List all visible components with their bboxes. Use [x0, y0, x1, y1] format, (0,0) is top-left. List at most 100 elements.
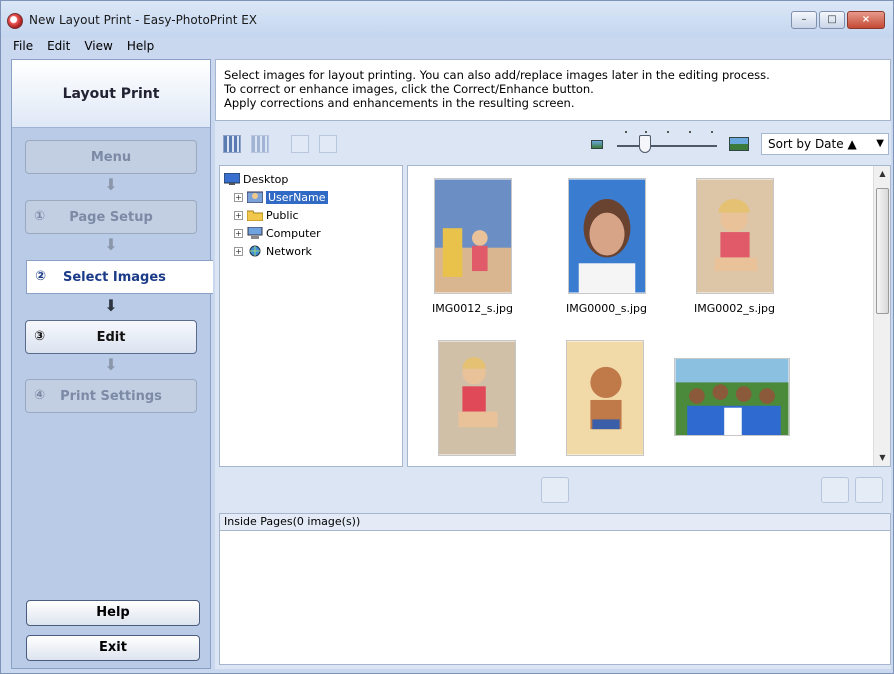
- edit-step-button[interactable]: ③ Edit: [25, 320, 197, 354]
- print-settings-label: Print Settings: [60, 388, 162, 404]
- sort-dropdown[interactable]: Sort by Date ▲ ▼: [761, 133, 889, 155]
- view-thumbnails-icon[interactable]: [223, 135, 241, 153]
- tree-item-desktop[interactable]: Desktop: [224, 170, 402, 188]
- instructions-panel: Select images for layout printing. You c…: [215, 59, 891, 121]
- thumbnail-item[interactable]: [438, 340, 516, 464]
- step-number: ③: [34, 329, 46, 344]
- maximize-button[interactable]: □: [819, 11, 845, 29]
- menu-file[interactable]: File: [7, 37, 41, 57]
- small-image-icon: [591, 140, 603, 149]
- menu-button-label: Menu: [90, 149, 132, 165]
- scroll-up-arrow[interactable]: ▲: [874, 166, 890, 182]
- network-icon: [249, 245, 261, 257]
- user-folder-icon: [247, 191, 263, 203]
- app-icon: [7, 13, 23, 29]
- minimize-button[interactable]: –: [791, 11, 817, 29]
- menu-view[interactable]: View: [78, 37, 120, 57]
- expand-icon[interactable]: +: [234, 246, 243, 256]
- arrow-down-icon: ⬇: [104, 355, 118, 374]
- step-number: ②: [35, 269, 47, 284]
- menu-button: Menu: [25, 140, 197, 174]
- inside-pages-header: Inside Pages(0 image(s)): [219, 513, 891, 531]
- app-window: New Layout Print - Easy-PhotoPrint EX – …: [0, 0, 894, 674]
- page-setup-button: ① Page Setup: [25, 200, 197, 234]
- thumbnail-scrollbar[interactable]: ▲ ▼: [873, 166, 890, 466]
- properties-icon[interactable]: [319, 135, 337, 153]
- large-image-icon: [729, 137, 749, 151]
- photo-thumbnail: [695, 178, 774, 294]
- tree-item-computer[interactable]: + Computer: [224, 224, 402, 242]
- thumbnail-caption: IMG0012_s.jpg: [432, 302, 514, 315]
- correct-enhance-icon[interactable]: [291, 135, 309, 153]
- slider-tick: [689, 131, 691, 133]
- slider-thumb[interactable]: [639, 135, 651, 153]
- instruction-line: To correct or enhance images, click the …: [224, 82, 594, 96]
- folder-icon: [247, 210, 263, 221]
- edit-step-label: Edit: [96, 329, 126, 345]
- arrow-down-icon: ⬇: [104, 175, 118, 194]
- add-image-button[interactable]: [541, 477, 569, 503]
- print-settings-button: ④ Print Settings: [25, 379, 197, 413]
- menu-view-label: View: [84, 39, 113, 53]
- folder-tree: Desktop + UserName + Public + Computer +…: [219, 165, 403, 467]
- remove-image-button[interactable]: [855, 477, 883, 503]
- tree-label: Public: [266, 208, 299, 222]
- thumbnail-item[interactable]: [566, 340, 644, 464]
- move-image-button[interactable]: [821, 477, 849, 503]
- chevron-down-icon: ▼: [876, 138, 884, 149]
- menu-edit[interactable]: Edit: [41, 37, 78, 57]
- tree-item-network[interactable]: + Network: [224, 242, 402, 260]
- computer-icon: [247, 227, 263, 239]
- page-setup-label: Page Setup: [69, 209, 153, 225]
- thumbnail-item[interactable]: [674, 358, 790, 444]
- tree-label: UserName: [266, 190, 328, 204]
- expand-icon[interactable]: +: [234, 228, 243, 238]
- thumbnail-caption: IMG0000_s.jpg: [566, 302, 648, 315]
- instruction-line: Select images for layout printing. You c…: [224, 68, 770, 82]
- instruction-line: Apply corrections and enhancements in th…: [224, 96, 575, 110]
- photo-thumbnail: [433, 178, 512, 294]
- inside-pages-area[interactable]: [219, 531, 891, 665]
- arrow-down-icon: ⬇: [104, 235, 118, 254]
- slider-tick: [645, 131, 647, 133]
- expand-icon[interactable]: +: [234, 192, 243, 202]
- step-number: ④: [34, 388, 46, 403]
- toolbar: Sort by Date ▲ ▼: [215, 123, 891, 163]
- expand-icon[interactable]: +: [234, 210, 243, 220]
- exit-button[interactable]: Exit: [26, 635, 200, 661]
- photo-thumbnail: [438, 340, 516, 456]
- close-button[interactable]: ×: [847, 11, 885, 29]
- step-number: ①: [34, 209, 46, 224]
- menu-bar: File Edit View Help: [1, 37, 893, 57]
- thumbnail-item[interactable]: IMG0000_s.jpg: [566, 178, 647, 315]
- view-details-icon[interactable]: [251, 135, 269, 153]
- select-images-step: ② Select Images: [26, 260, 213, 294]
- menu-help[interactable]: Help: [121, 37, 162, 57]
- thumbnail-item[interactable]: IMG0002_s.jpg: [694, 178, 775, 315]
- thumbnail-area: IMG0012_s.jpg IMG0000_s.jpg IMG0002_s.jp…: [407, 165, 891, 467]
- arrow-down-icon: ⬇: [104, 296, 118, 315]
- thumbnail-caption: IMG0002_s.jpg: [694, 302, 776, 315]
- sidebar: Layout Print Menu ⬇ ① Page Setup ⬇ ② Sel…: [11, 59, 213, 669]
- tree-label: Computer: [266, 226, 321, 240]
- slider-tick: [711, 131, 713, 133]
- menu-file-label: File: [13, 39, 34, 53]
- slider-tick: [667, 131, 669, 133]
- scroll-down-arrow[interactable]: ▼: [874, 450, 890, 466]
- desktop-icon: [224, 173, 240, 185]
- window-controls: – □ ×: [791, 11, 885, 29]
- sort-label: Sort by Date: [768, 137, 844, 151]
- tree-item-username[interactable]: + UserName: [224, 188, 402, 206]
- scrollbar-thumb[interactable]: [876, 188, 889, 314]
- slider-tick: [625, 131, 627, 133]
- sort-direction: ▲: [847, 137, 857, 151]
- thumbnail-item[interactable]: IMG0012_s.jpg: [432, 178, 513, 315]
- sidebar-title: Layout Print: [12, 60, 210, 128]
- title-bar: New Layout Print - Easy-PhotoPrint EX – …: [1, 1, 893, 37]
- menu-edit-label: Edit: [47, 39, 71, 53]
- tree-item-public[interactable]: + Public: [224, 206, 402, 224]
- help-button[interactable]: Help: [26, 600, 200, 626]
- menu-help-label: Help: [126, 39, 155, 53]
- thumbnail-size-slider[interactable]: [617, 145, 717, 147]
- photo-thumbnail: [674, 358, 790, 436]
